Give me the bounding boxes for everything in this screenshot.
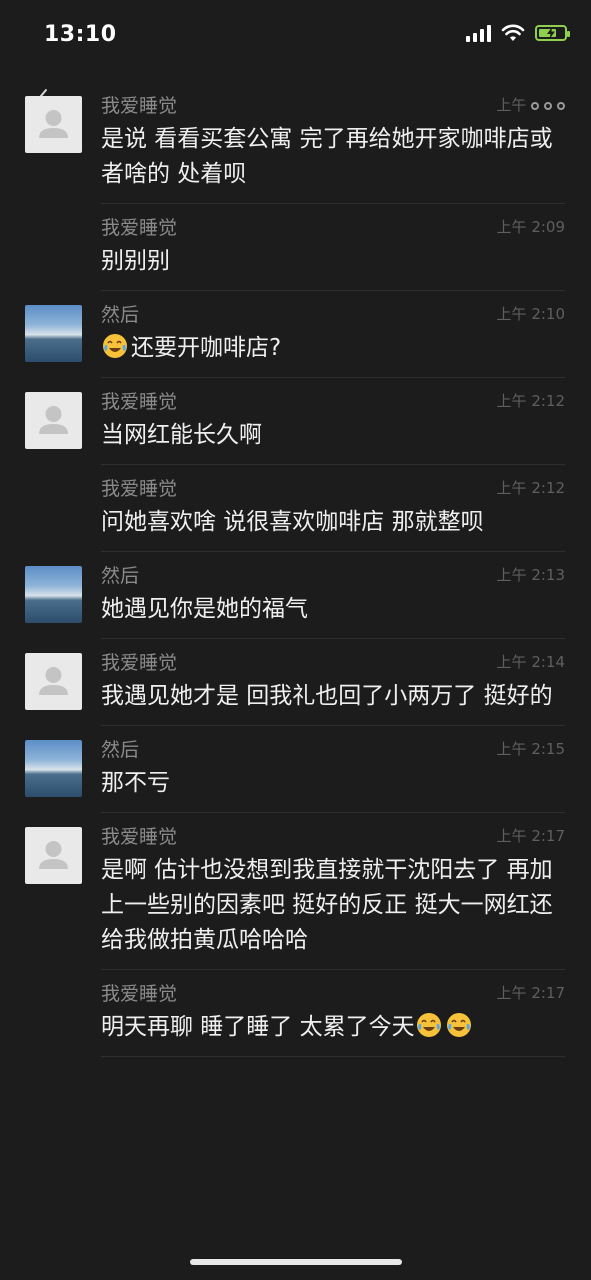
message-text-content: 那不亏 bbox=[101, 770, 170, 796]
laugh-cry-emoji bbox=[446, 1013, 471, 1037]
avatar[interactable] bbox=[25, 305, 82, 362]
status-time: 13:10 bbox=[44, 22, 117, 47]
message-time-text: 上午 2:13 bbox=[496, 566, 565, 584]
sender-name: 我爱睡觉 bbox=[101, 391, 178, 413]
sender-name: 然后 bbox=[101, 565, 140, 587]
sender-name: 我爱睡觉 bbox=[101, 826, 178, 848]
message-text: 我遇见她才是 回我礼也回了小两万了 挺好的 bbox=[101, 679, 565, 714]
message-text: 是啊 估计也没想到我直接就干沈阳去了 再加上一些别的因素吧 挺好的反正 挺大一网… bbox=[101, 853, 565, 958]
sender-name: 然后 bbox=[101, 739, 140, 761]
sender-name: 我爱睡觉 bbox=[101, 983, 178, 1005]
message-time-text: 上午 bbox=[496, 96, 527, 114]
message-item[interactable]: 我爱睡觉 上午 2:14 我遇见她才是 回我礼也回了小两万了 挺好的 bbox=[0, 639, 591, 726]
message-time: 上午 2:09 bbox=[497, 216, 565, 237]
message-text: 明天再聊 睡了睡了 太累了今天 bbox=[101, 1010, 565, 1045]
divider bbox=[101, 1056, 565, 1057]
loading-dots-icon bbox=[531, 96, 565, 114]
sender-name: 我爱睡觉 bbox=[101, 478, 178, 500]
sender-name: 然后 bbox=[101, 304, 140, 326]
home-indicator[interactable] bbox=[190, 1259, 402, 1265]
message-item[interactable]: 然后 上午 2:13 她遇见你是她的福气 bbox=[0, 552, 591, 639]
message-time-text: 上午 2:15 bbox=[496, 740, 565, 758]
message-text: 当网红能长久啊 bbox=[101, 418, 565, 453]
wifi-icon bbox=[501, 24, 525, 41]
message-time-text: 上午 2:17 bbox=[496, 984, 565, 1002]
bolt-icon bbox=[547, 27, 555, 39]
message-item[interactable]: 我爱睡觉 上午 2:17 明天再聊 睡了睡了 太累了今天 bbox=[0, 970, 591, 1057]
message-item[interactable]: 然后 上午 2:15 那不亏 bbox=[0, 726, 591, 813]
message-time: 上午 2:12 bbox=[497, 390, 565, 411]
message-item[interactable]: 我爱睡觉 上午 2:17 是啊 估计也没想到我直接就干沈阳去了 再加上一些别的因素吧… bbox=[0, 813, 591, 970]
sender-name: 我爱睡觉 bbox=[101, 95, 178, 117]
default-avatar-icon bbox=[39, 841, 68, 869]
message-item[interactable]: 我爱睡觉 上午 2:12 当网红能长久啊 bbox=[0, 378, 591, 465]
default-avatar-icon bbox=[39, 667, 68, 695]
message-text: 那不亏 bbox=[101, 766, 565, 801]
default-avatar-icon bbox=[39, 406, 68, 434]
laugh-cry-emoji bbox=[416, 1013, 441, 1037]
message-time: 上午 2:14 bbox=[497, 651, 565, 672]
message-text-content: 还要开咖啡店? bbox=[131, 335, 282, 361]
laugh-cry-emoji bbox=[103, 334, 127, 358]
message-text-content: 我遇见她才是 回我礼也回了小两万了 挺好的 bbox=[101, 683, 553, 709]
message-item[interactable]: 我爱睡觉 上午 是说 看看买套公寓 完了再给她开家咖啡店或者啥的 处着呗 bbox=[0, 82, 591, 204]
message-text: 还要开咖啡店? bbox=[101, 331, 565, 366]
message-time: 上午 2:17 bbox=[497, 982, 565, 1003]
message-time-text: 上午 2:14 bbox=[496, 653, 565, 671]
message-time-text: 上午 2:09 bbox=[496, 218, 565, 236]
message-time-text: 上午 2:12 bbox=[496, 392, 565, 410]
message-list: 我爱睡觉 上午 是说 看看买套公寓 完了再给她开家咖啡店或者啥的 处着呗 我爱睡觉上… bbox=[0, 82, 591, 1057]
avatar[interactable] bbox=[25, 96, 82, 153]
avatar[interactable] bbox=[25, 740, 82, 797]
message-time: 上午 2:12 bbox=[497, 477, 565, 498]
message-time: 上午 2:10 bbox=[497, 303, 565, 324]
message-text-content: 问她喜欢啥 说很喜欢咖啡店 那就整呗 bbox=[101, 509, 484, 535]
message-time: 上午 2:17 bbox=[497, 825, 565, 846]
message-text-content: 明天再聊 睡了睡了 太累了今天 bbox=[101, 1014, 415, 1040]
message-text: 别别别 bbox=[101, 244, 565, 279]
message-text-content: 别别别 bbox=[101, 248, 170, 274]
signal-icon bbox=[466, 24, 491, 42]
default-avatar-icon bbox=[39, 110, 68, 138]
message-time-text: 上午 2:12 bbox=[496, 479, 565, 497]
avatar[interactable] bbox=[25, 827, 82, 884]
battery-charging-icon bbox=[535, 25, 570, 41]
message-time-text: 上午 2:10 bbox=[496, 305, 565, 323]
message-text-content: 她遇见你是她的福气 bbox=[101, 596, 308, 622]
avatar[interactable] bbox=[25, 566, 82, 623]
message-text: 问她喜欢啥 说很喜欢咖啡店 那就整呗 bbox=[101, 505, 565, 540]
message-item[interactable]: 我爱睡觉 上午 2:09 别别别 bbox=[0, 204, 591, 291]
message-text-content: 是啊 估计也没想到我直接就干沈阳去了 再加上一些别的因素吧 挺好的反正 挺大一网… bbox=[101, 857, 553, 953]
avatar[interactable] bbox=[25, 653, 82, 710]
message-text: 她遇见你是她的福气 bbox=[101, 592, 565, 627]
message-time-text: 上午 2:17 bbox=[496, 827, 565, 845]
message-text: 是说 看看买套公寓 完了再给她开家咖啡店或者啥的 处着呗 bbox=[101, 122, 565, 192]
message-text-content: 是说 看看买套公寓 完了再给她开家咖啡店或者啥的 处着呗 bbox=[101, 126, 553, 187]
message-time: 上午 2:15 bbox=[497, 738, 565, 759]
sender-name: 我爱睡觉 bbox=[101, 217, 178, 239]
sender-name: 我爱睡觉 bbox=[101, 652, 178, 674]
message-item[interactable]: 然后 上午 2:10 还要开咖啡店? bbox=[0, 291, 591, 378]
status-icons bbox=[466, 24, 570, 42]
message-time: 上午 bbox=[496, 94, 565, 115]
status-bar: 13:10 bbox=[0, 0, 591, 70]
message-time: 上午 2:13 bbox=[497, 564, 565, 585]
message-item[interactable]: 我爱睡觉 上午 2:12 问她喜欢啥 说很喜欢咖啡店 那就整呗 bbox=[0, 465, 591, 552]
avatar[interactable] bbox=[25, 392, 82, 449]
message-text-content: 当网红能长久啊 bbox=[101, 422, 262, 448]
